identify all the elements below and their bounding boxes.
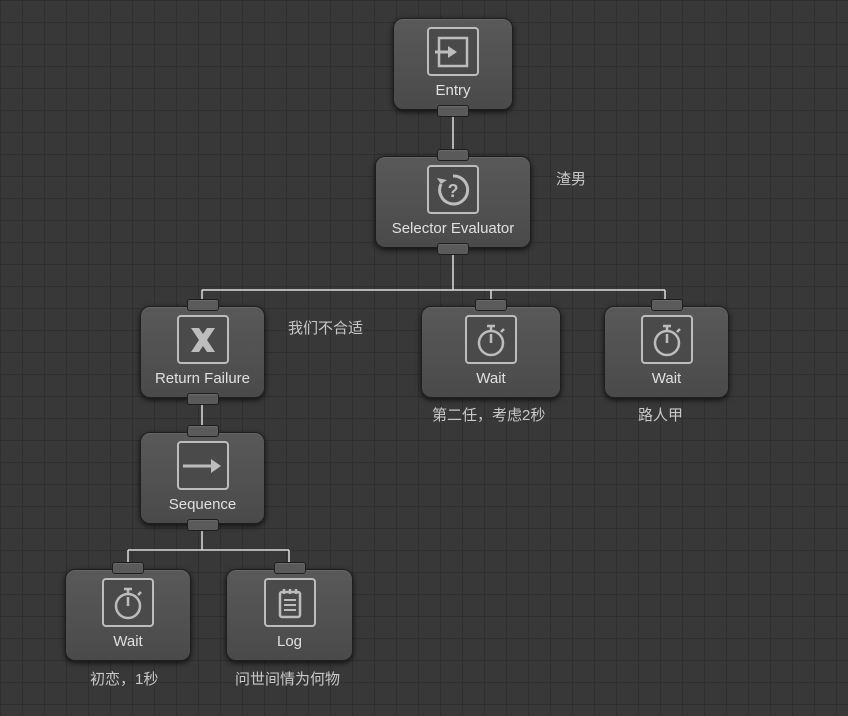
- node-comment: 第二任，考虑2秒: [432, 404, 545, 425]
- input-port[interactable]: [187, 425, 219, 437]
- node-entry[interactable]: Entry: [393, 18, 513, 110]
- node-comment: 初恋，1秒: [90, 668, 158, 689]
- node-comment: 路人甲: [638, 404, 683, 425]
- node-wait[interactable]: Wait: [65, 569, 191, 661]
- node-comment: 渣男: [556, 168, 586, 189]
- stopwatch-icon: [641, 315, 693, 364]
- node-wait[interactable]: Wait: [604, 306, 729, 398]
- stopwatch-icon: [102, 578, 154, 627]
- node-title: Entry: [435, 82, 470, 99]
- node-title: Wait: [476, 370, 505, 387]
- input-port[interactable]: [112, 562, 144, 574]
- node-title: Sequence: [169, 496, 237, 513]
- entry-icon: [427, 27, 479, 76]
- input-port[interactable]: [187, 299, 219, 311]
- input-port[interactable]: [274, 562, 306, 574]
- node-selector-evaluator[interactable]: ? Selector Evaluator: [375, 156, 531, 248]
- input-port[interactable]: [475, 299, 507, 311]
- refresh-question-icon: ?: [427, 165, 479, 214]
- node-title: Wait: [652, 370, 681, 387]
- arrow-right-icon: [177, 441, 229, 490]
- node-return-failure[interactable]: Return Failure: [140, 306, 265, 398]
- input-port[interactable]: [651, 299, 683, 311]
- notepad-icon: [264, 578, 316, 627]
- svg-text:?: ?: [448, 181, 459, 201]
- output-port[interactable]: [437, 243, 469, 255]
- node-wait[interactable]: Wait: [421, 306, 561, 398]
- node-comment: 我们不合适: [288, 317, 363, 338]
- input-port[interactable]: [437, 149, 469, 161]
- output-port[interactable]: [187, 519, 219, 531]
- node-title: Return Failure: [155, 370, 250, 387]
- node-log[interactable]: Log: [226, 569, 353, 661]
- output-port[interactable]: [187, 393, 219, 405]
- node-title: Log: [277, 633, 302, 650]
- node-title: Wait: [113, 633, 142, 650]
- node-comment: 问世间情为何物: [235, 668, 340, 689]
- stopwatch-icon: [465, 315, 517, 364]
- node-title: Selector Evaluator: [392, 220, 515, 237]
- node-sequence[interactable]: Sequence: [140, 432, 265, 524]
- output-port[interactable]: [437, 105, 469, 117]
- x-icon: [177, 315, 229, 364]
